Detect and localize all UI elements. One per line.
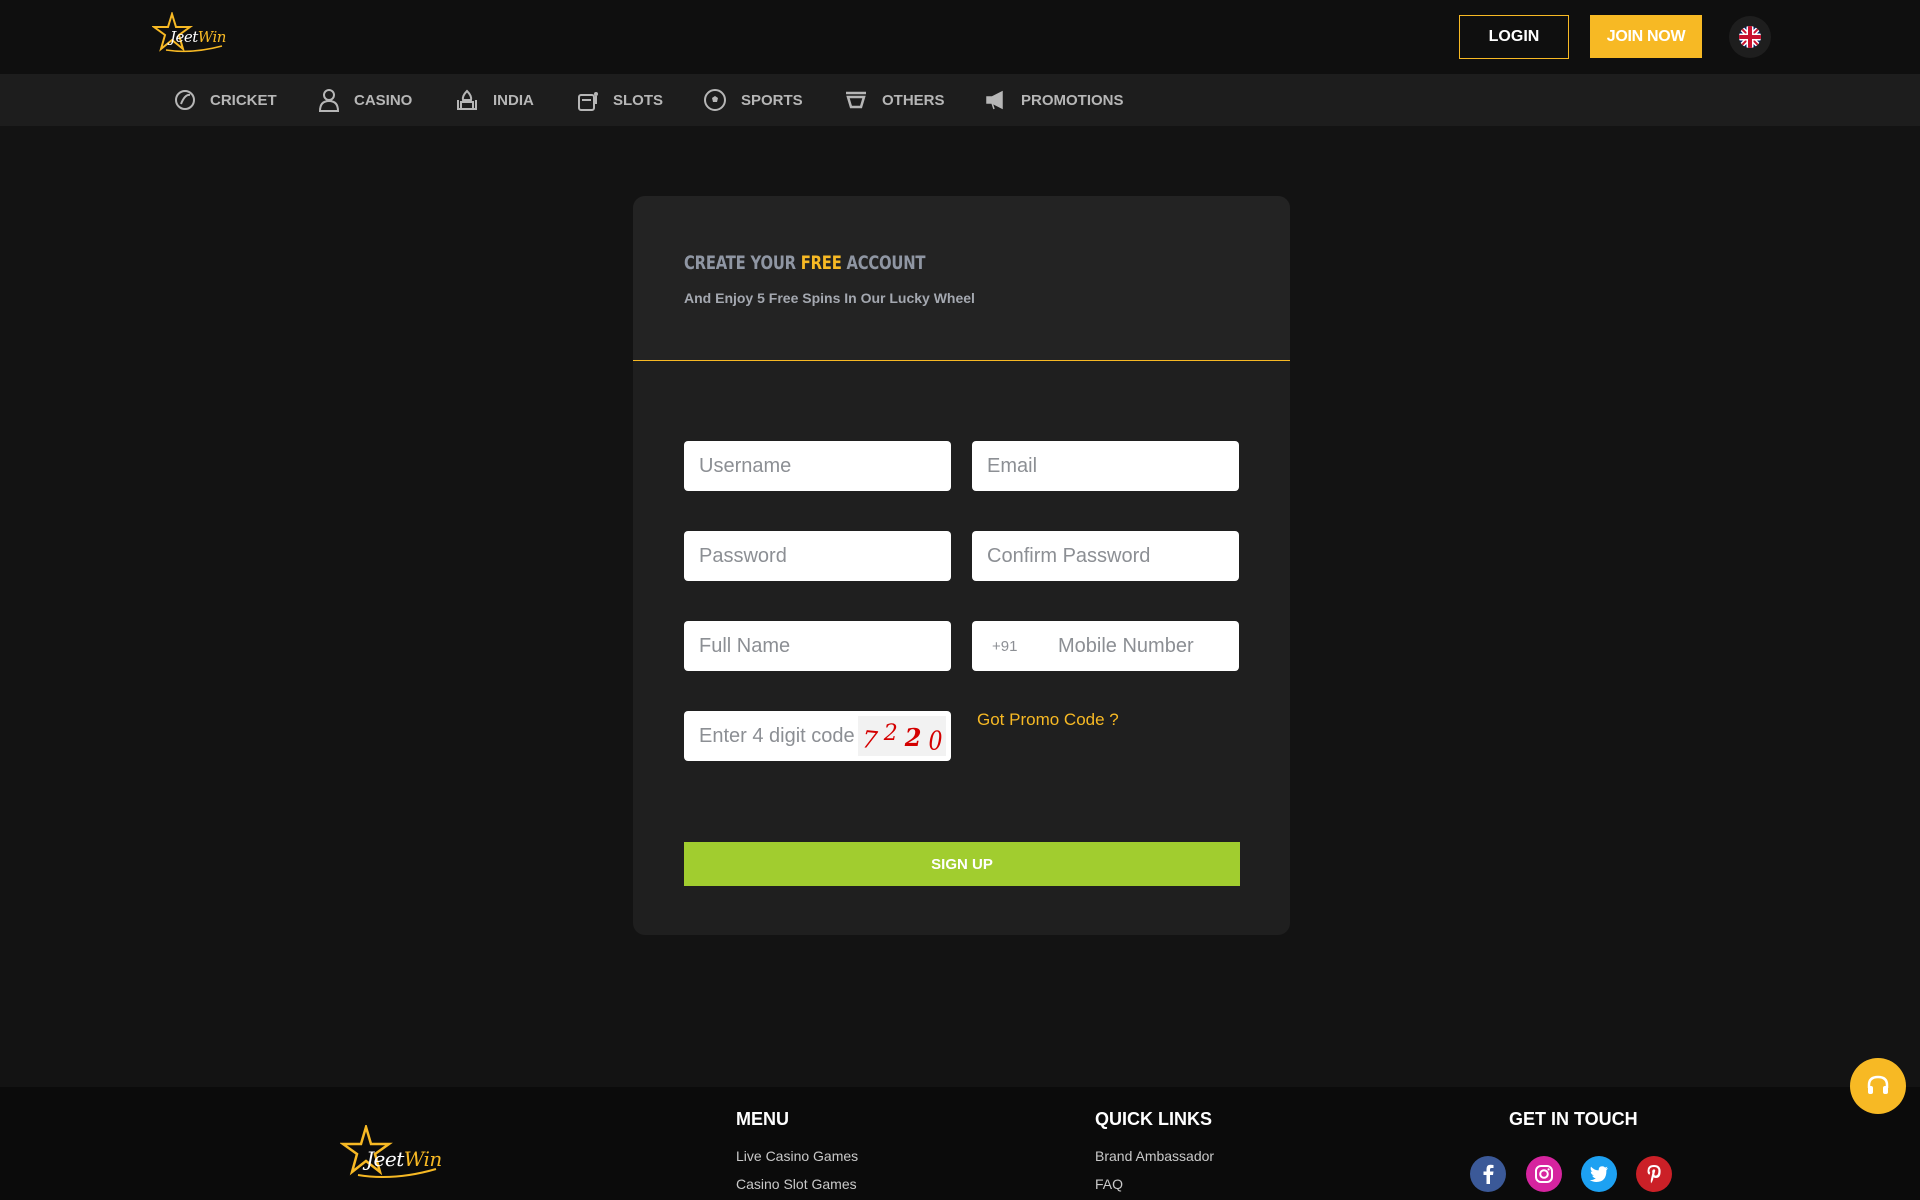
footer-link-faq[interactable]: FAQ bbox=[1095, 1176, 1123, 1192]
nav-item-cricket[interactable]: CRICKET bbox=[174, 74, 277, 126]
username-field[interactable] bbox=[684, 441, 951, 491]
confirm-password-input[interactable] bbox=[972, 531, 1239, 581]
signup-title: CREATE YOUR FREE ACCOUNT bbox=[684, 252, 926, 274]
phone-prefix: +91 bbox=[992, 637, 1018, 655]
facebook-link[interactable] bbox=[1470, 1156, 1506, 1192]
main-nav: CRICKET CASINO INDIA SLOTS SPORTS OTHERS… bbox=[0, 74, 1920, 126]
footer: JeetWin MENU Live Casino Games Casino Sl… bbox=[0, 1087, 1920, 1200]
nav-item-sports[interactable]: SPORTS bbox=[703, 74, 803, 126]
nav-label: CASINO bbox=[354, 91, 413, 109]
username-input[interactable] bbox=[684, 441, 951, 491]
confirm-password-field[interactable] bbox=[972, 531, 1239, 581]
megaphone-icon bbox=[986, 90, 1003, 110]
nav-label: SLOTS bbox=[613, 91, 664, 109]
nav-item-others[interactable]: OTHERS bbox=[844, 74, 945, 126]
fullname-field[interactable] bbox=[684, 621, 951, 671]
cup-icon bbox=[846, 91, 866, 109]
password-field[interactable] bbox=[684, 531, 951, 581]
promo-code-link[interactable]: Got Promo Code ? bbox=[977, 710, 1119, 730]
footer-contact-heading: GET IN TOUCH bbox=[1509, 1109, 1638, 1129]
pinterest-link[interactable] bbox=[1636, 1156, 1672, 1192]
headset-icon bbox=[1867, 1075, 1889, 1094]
signup-card-header: CREATE YOUR FREE ACCOUNT And Enjoy 5 Fre… bbox=[633, 196, 1290, 361]
email-field[interactable] bbox=[972, 441, 1239, 491]
logo-text: JeetWin bbox=[366, 1147, 442, 1171]
taj-mahal-icon bbox=[457, 89, 477, 110]
signup-subtitle: And Enjoy 5 Free Spins In Our Lucky Whee… bbox=[684, 290, 975, 306]
dealer-icon bbox=[318, 89, 340, 112]
top-bar: JeetWin LOGIN JOIN NOW bbox=[0, 0, 1920, 74]
soccer-ball-icon bbox=[704, 89, 726, 111]
logo-text: JeetWin bbox=[170, 28, 226, 46]
captcha-digit: 2 bbox=[904, 722, 922, 752]
facebook-icon bbox=[1483, 1164, 1494, 1184]
pinterest-icon bbox=[1647, 1165, 1661, 1184]
nav-label: SPORTS bbox=[741, 91, 803, 109]
signup-button[interactable]: SIGN UP bbox=[684, 842, 1240, 886]
footer-link-live-casino[interactable]: Live Casino Games bbox=[736, 1148, 858, 1164]
nav-item-slots[interactable]: SLOTS bbox=[577, 74, 663, 126]
cricket-ball-icon bbox=[175, 90, 195, 110]
twitter-link[interactable] bbox=[1581, 1156, 1617, 1192]
support-chat-button[interactable] bbox=[1850, 1058, 1906, 1114]
language-selector[interactable] bbox=[1729, 16, 1771, 58]
twitter-icon bbox=[1589, 1166, 1608, 1182]
fullname-input[interactable] bbox=[684, 621, 951, 671]
footer-link-brand-ambassador[interactable]: Brand Ambassador bbox=[1095, 1148, 1214, 1164]
nav-item-promotions[interactable]: PROMOTIONS bbox=[985, 74, 1124, 126]
captcha-digit: 2 bbox=[883, 720, 898, 746]
footer-link-casino-slots[interactable]: Casino Slot Games bbox=[736, 1176, 857, 1192]
footer-menu-heading: MENU bbox=[736, 1109, 789, 1129]
nav-label: INDIA bbox=[493, 91, 534, 109]
nav-item-casino[interactable]: CASINO bbox=[318, 74, 412, 126]
instagram-icon bbox=[1535, 1165, 1553, 1183]
password-input[interactable] bbox=[684, 531, 951, 581]
footer-logo[interactable]: JeetWin bbox=[339, 1122, 442, 1180]
captcha-digit: 7 bbox=[860, 725, 879, 755]
slot-machine-icon bbox=[578, 92, 598, 111]
captcha-image: 7 2 2 0 bbox=[858, 716, 946, 756]
nav-label: PROMOTIONS bbox=[1021, 91, 1124, 109]
login-button[interactable]: LOGIN bbox=[1459, 15, 1569, 59]
instagram-link[interactable] bbox=[1526, 1156, 1562, 1192]
mobile-field[interactable]: +91 bbox=[972, 621, 1239, 671]
email-input[interactable] bbox=[972, 441, 1239, 491]
nav-label: OTHERS bbox=[882, 91, 945, 109]
uk-flag-icon bbox=[1739, 26, 1761, 48]
captcha-digit: 0 bbox=[928, 726, 943, 756]
join-now-button[interactable]: JOIN NOW bbox=[1590, 15, 1702, 58]
footer-quick-links-heading: QUICK LINKS bbox=[1095, 1109, 1212, 1129]
captcha-field[interactable]: 7 2 2 0 bbox=[684, 711, 951, 761]
signup-card: CREATE YOUR FREE ACCOUNT And Enjoy 5 Fre… bbox=[633, 196, 1290, 935]
nav-label: CRICKET bbox=[210, 91, 277, 109]
nav-item-india[interactable]: INDIA bbox=[455, 74, 534, 126]
jeetwin-logo[interactable]: JeetWin bbox=[150, 10, 226, 54]
